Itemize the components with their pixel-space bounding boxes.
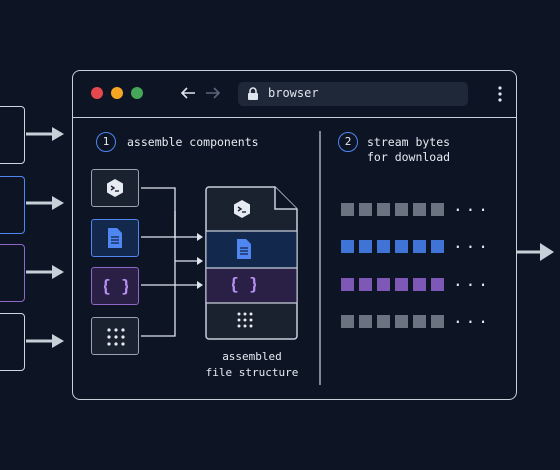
byte-ellipsis: ... [453,271,491,290]
byte-block [413,240,426,253]
byte-block [431,278,444,291]
section-divider [319,131,321,385]
byte-block [431,315,444,328]
assembled-file: { } [205,186,298,340]
step-number: 2 [338,132,358,152]
browser-window: browser 1 assemble components 2 stream b… [72,70,517,400]
address-bar[interactable]: browser [238,82,468,106]
terminal-icon [107,179,123,197]
lock-icon [248,87,258,100]
component-code: { } [91,267,139,305]
byte-block [359,315,372,328]
byte-block [413,278,426,291]
byte-block [359,278,372,291]
component-terminal [91,169,139,207]
byte-block [431,203,444,216]
byte-ellipsis: ... [453,308,491,327]
step-label: stream bytes for download [367,135,451,164]
back-arrow-icon[interactable] [179,85,197,101]
byte-ellipsis: ... [453,196,491,215]
close-dot[interactable] [91,87,103,99]
input-arrows [26,127,64,348]
byte-block [413,203,426,216]
byte-block [341,315,354,328]
byte-block [377,278,390,291]
byte-block [395,278,408,291]
byte-block [377,240,390,253]
terminal-icon [234,200,250,218]
byte-block [359,240,372,253]
byte-block [395,315,408,328]
assembled-file-caption: assembled file structure [205,350,299,379]
maximize-dot[interactable] [131,87,143,99]
forward-arrow-icon[interactable] [204,85,222,101]
component-document [91,219,139,257]
byte-block [431,240,444,253]
kebab-menu-icon[interactable] [497,85,503,103]
component-grid [91,317,139,355]
browser-titlebar: browser [73,71,516,118]
address-text: browser [268,86,319,100]
byte-block [377,203,390,216]
byte-block [359,203,372,216]
step-label: assemble components [127,135,259,149]
step-number: 1 [96,132,116,152]
byte-block [341,240,354,253]
svg-text:{ }: { } [104,277,128,297]
byte-ellipsis: ... [453,233,491,252]
document-icon [108,228,122,248]
grid-dots-icon [237,312,253,328]
byte-block [377,315,390,328]
byte-block [395,203,408,216]
connector-lines [141,187,203,337]
svg-text:{ }: { } [232,275,256,295]
curly-braces-icon: { } [104,277,128,297]
document-icon [237,239,251,259]
byte-block [395,240,408,253]
byte-block [413,315,426,328]
byte-block [341,203,354,216]
byte-block [341,278,354,291]
minimize-dot[interactable] [111,87,123,99]
curly-braces-icon: { } [232,275,256,295]
grid-dots-icon [107,328,125,346]
